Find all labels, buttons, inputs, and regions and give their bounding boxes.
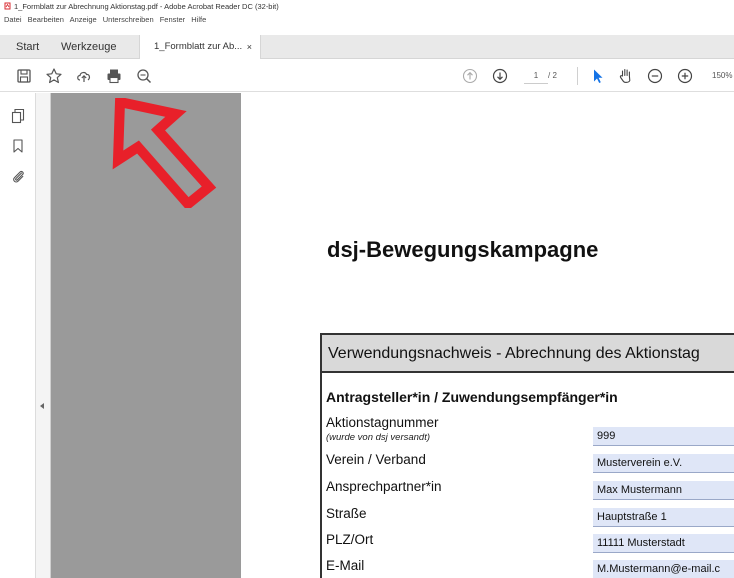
label-strasse: Straße <box>326 506 367 521</box>
page-number-input[interactable]: 1 <box>524 68 548 84</box>
form-title: Verwendungsnachweis - Abrechnung des Akt… <box>322 335 734 373</box>
print-icon[interactable] <box>104 66 124 86</box>
window-title: 1_Formblatt zur Abrechnung Aktionstag.pd… <box>14 2 279 11</box>
zoom-in-icon[interactable] <box>675 66 695 86</box>
field-verein[interactable]: Musterverein e.V. <box>593 454 734 473</box>
field-aktionstagnummer[interactable]: 999 <box>593 427 734 446</box>
menu-hilfe[interactable]: Hilfe <box>191 15 206 24</box>
menu-anzeige[interactable]: Anzeige <box>70 15 97 24</box>
collapse-arrow-icon[interactable] <box>40 403 44 409</box>
red-arrow-annotation-icon <box>112 98 217 208</box>
label-ansprechpartner: Ansprechpartner*in <box>326 479 442 494</box>
page-up-icon[interactable] <box>460 66 480 86</box>
acrobat-logo-icon <box>4 2 11 10</box>
label-aktionstagnummer: Aktionstagnummer <box>326 415 439 430</box>
section-title: Antragsteller*in / Zuwendungsempfänger*i… <box>326 389 618 405</box>
tab-tools[interactable]: Werkzeuge <box>61 35 116 59</box>
close-tab-icon[interactable]: × <box>247 35 252 59</box>
sublabel-aktionstagnummer: (wurde von dsj versandt) <box>326 432 431 443</box>
field-ansprechpartner[interactable]: Max Mustermann <box>593 481 734 500</box>
form-table: Verwendungsnachweis - Abrechnung des Akt… <box>320 333 734 578</box>
menu-datei[interactable]: Datei <box>4 15 22 24</box>
toolbar-separator <box>577 67 578 85</box>
field-plz-ort[interactable]: 11111 Musterstadt <box>593 534 734 553</box>
field-strasse[interactable]: Hauptstraße 1 <box>593 508 734 527</box>
field-email[interactable]: M.Mustermann@e-mail.c <box>593 560 734 578</box>
menu-bar: Datei Bearbeiten Anzeige Unterschreiben … <box>0 14 734 34</box>
attachment-icon[interactable] <box>10 168 26 184</box>
menu-fenster[interactable]: Fenster <box>160 15 185 24</box>
page-down-icon[interactable] <box>490 66 510 86</box>
tab-document-label: 1_Formblatt zur Ab... <box>154 41 243 52</box>
nav-panel-toggle[interactable] <box>36 93 51 578</box>
page-total: / 2 <box>548 71 557 80</box>
pdf-page: dsj-Bewegungskampagne Verwendungsnachwei… <box>241 93 734 578</box>
tab-start[interactable]: Start <box>16 35 39 59</box>
tab-document[interactable]: 1_Formblatt zur Ab... × <box>139 35 261 59</box>
upload-cloud-icon[interactable] <box>74 66 94 86</box>
save-icon[interactable] <box>14 66 34 86</box>
zoom-level[interactable]: 150% <box>712 68 732 84</box>
zoom-search-icon[interactable] <box>134 66 154 86</box>
tab-bar: Start Werkzeuge 1_Formblatt zur Ab... × <box>0 35 734 59</box>
window-title-bar: 1_Formblatt zur Abrechnung Aktionstag.pd… <box>0 0 734 14</box>
bookmark-icon[interactable] <box>10 138 26 154</box>
select-cursor-icon[interactable] <box>588 66 608 86</box>
left-sidebar <box>0 93 36 578</box>
pages-icon[interactable] <box>10 108 26 124</box>
zoom-out-icon[interactable] <box>645 66 665 86</box>
label-verein: Verein / Verband <box>326 452 426 467</box>
hand-tool-icon[interactable] <box>616 66 636 86</box>
label-email: E-Mail <box>326 558 365 573</box>
menu-unterschreiben[interactable]: Unterschreiben <box>103 15 154 24</box>
document-heading: dsj-Bewegungskampagne <box>327 237 599 262</box>
toolbar: 1 / 2 150% <box>0 60 734 92</box>
menu-bearbeiten[interactable]: Bearbeiten <box>28 15 64 24</box>
bookmark-star-icon[interactable] <box>44 66 64 86</box>
label-plz-ort: PLZ/Ort <box>326 532 374 547</box>
